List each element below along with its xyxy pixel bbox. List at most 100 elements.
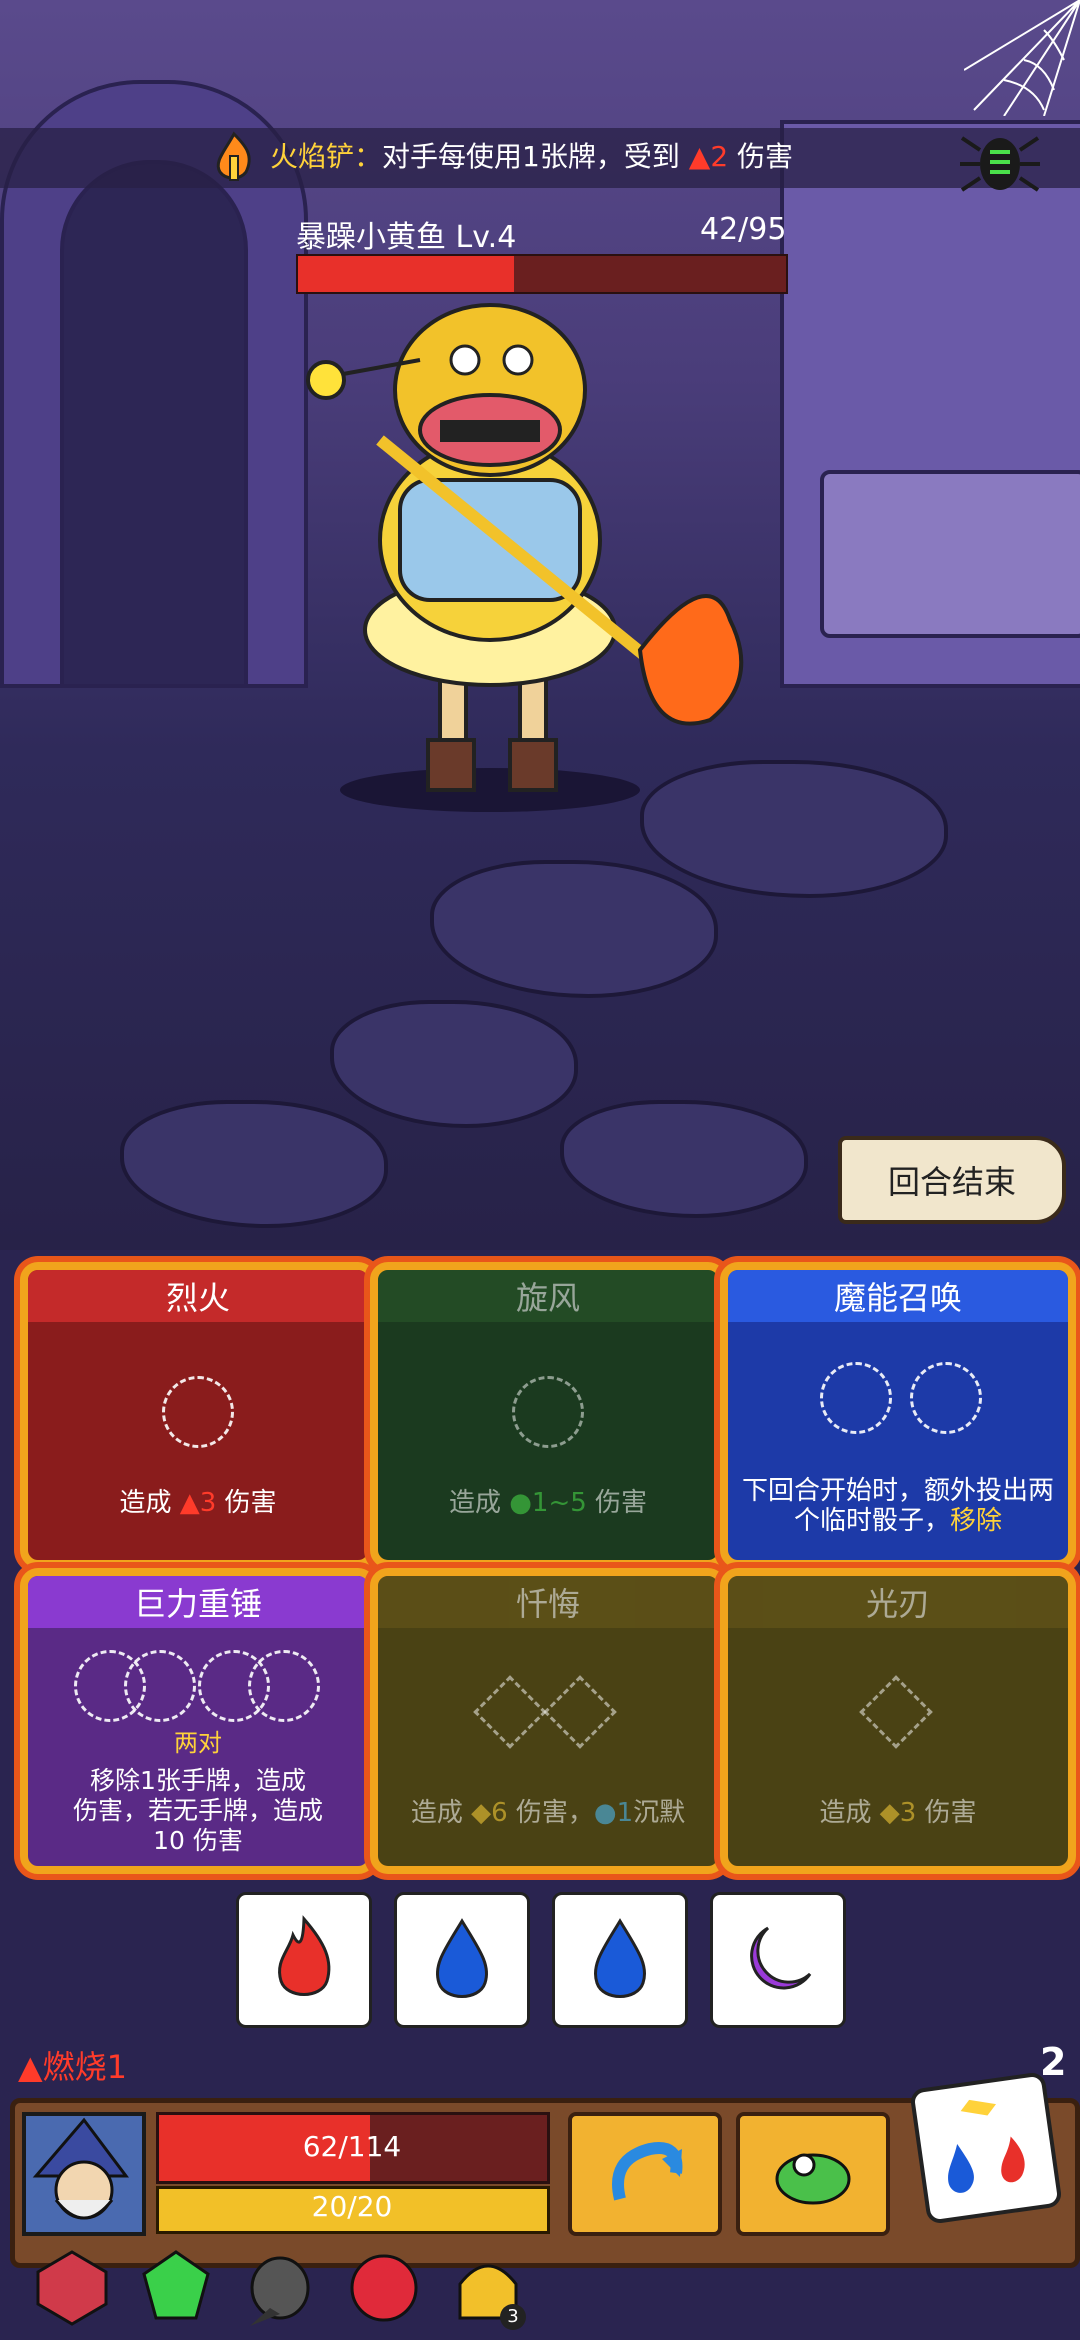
card-fire[interactable]: 烈火 造成 ▲3 伤害	[20, 1262, 376, 1568]
card-description: 下回合开始时，额外投出两个临时骰子，移除	[734, 1476, 1062, 1536]
card-description: 造成 ●1~5 伤害	[384, 1488, 712, 1518]
stone	[560, 1100, 808, 1218]
diamond-slot-icon[interactable]	[859, 1675, 933, 1749]
card-desc-text: 下回合开始时，额外投出两个临时骰子，	[741, 1476, 1054, 1536]
enemy-hp-text: 42/95	[700, 212, 787, 247]
item-damage-suffix: 伤害	[737, 140, 794, 173]
burn-flame-icon: ▲	[18, 2048, 43, 2086]
item-effect-description: 对手每使用1张牌，受到	[382, 140, 680, 173]
moon-icon	[750, 1926, 812, 1990]
water-icon	[594, 1918, 646, 1998]
enemy-name-text: 暴躁小黄鱼	[296, 220, 446, 255]
card-desc-post: 伤害	[224, 1488, 277, 1518]
diamond-slot-icon[interactable]	[543, 1675, 617, 1749]
enemy-hp-fill	[298, 256, 514, 292]
card-giant-hammer[interactable]: 巨力重锤 两对 移除1张手牌，造成 伤害，若无手牌，造成 10 伤害	[20, 1568, 376, 1874]
card-desc-post: 伤害	[924, 1798, 977, 1828]
card-silence-value: 1	[616, 1798, 634, 1828]
water-icon	[436, 1918, 488, 1998]
enemy-character[interactable]	[290, 300, 770, 820]
diamond-slot-icon[interactable]	[473, 1675, 547, 1749]
dice-count: 2	[1040, 2040, 1067, 2084]
die-water[interactable]	[552, 1892, 688, 2028]
water-slot-icon[interactable]	[910, 1362, 982, 1434]
emerald-relic-icon[interactable]	[136, 2248, 216, 2328]
item-colon: ：	[354, 140, 383, 173]
flame-icon: ▲	[179, 1488, 200, 1518]
burn-status[interactable]: ▲燃烧1	[18, 2042, 127, 2088]
frog-ability-button[interactable]	[736, 2112, 890, 2236]
stone	[330, 1000, 578, 1128]
swirl-arrow-icon	[612, 2142, 683, 2201]
card-action-keyword: 移除	[950, 1506, 1003, 1536]
dice-icon	[948, 2099, 1025, 2193]
card-damage-value: 1~5	[531, 1488, 587, 1518]
item-effect-text: 火焰铲：对手每使用1张牌，受到 ▲2 伤害	[270, 135, 793, 175]
card-magic-summon[interactable]: 魔能召唤 下回合开始时，额外投出两个临时骰子，移除	[720, 1262, 1076, 1568]
card-light-blade[interactable]: 光刃 造成 ◆3 伤害	[720, 1568, 1076, 1874]
wizard-portrait-icon	[32, 2117, 129, 2220]
enemy-level: Lv.4	[455, 220, 517, 255]
menu-spider-icon[interactable]	[960, 130, 1040, 200]
card-description: 造成 ▲3 伤害	[34, 1488, 362, 1518]
fire-icon	[278, 1915, 331, 1996]
water-slot-icon[interactable]	[820, 1362, 892, 1434]
item-name: 火焰铲	[270, 140, 355, 173]
stone	[120, 1100, 388, 1228]
player-shield-text: 20/20	[311, 2190, 393, 2223]
pair-slot-icon[interactable]	[124, 1650, 196, 1722]
end-turn-button[interactable]: 回合结束	[838, 1136, 1066, 1224]
diamond-icon: ◆	[471, 1798, 492, 1828]
frog-icon	[775, 2153, 851, 2205]
fire-slot-icon[interactable]	[162, 1376, 234, 1448]
plague-mask-relic-icon[interactable]	[240, 2248, 320, 2328]
card-title: 忏悔	[378, 1576, 718, 1628]
die-water[interactable]	[394, 1892, 530, 2028]
die-fire[interactable]	[236, 1892, 372, 2028]
card-title: 烈火	[28, 1270, 368, 1322]
card-title: 光刃	[728, 1576, 1068, 1628]
card-requirement: 两对	[174, 1729, 222, 1757]
card-repentance[interactable]: 忏悔 造成 ◆6 伤害，●1沉默	[370, 1568, 726, 1874]
reroll-ability-button[interactable]	[568, 2112, 722, 2236]
card-title: 魔能召唤	[728, 1270, 1068, 1322]
fire-shovel-icon	[216, 131, 251, 181]
ruby-relic-icon[interactable]	[344, 2248, 424, 2328]
die-moon[interactable]	[710, 1892, 846, 2028]
card-desc-pre: 造成	[448, 1488, 501, 1518]
card-desc-pre: 造成	[410, 1798, 463, 1828]
card-damage-value: 3	[899, 1798, 917, 1828]
silence-icon: ●	[593, 1798, 617, 1828]
card-description: 造成 ◆6 伤害，●1沉默	[384, 1798, 712, 1828]
player-hp-text: 62/114	[302, 2130, 402, 2163]
arch-opening	[60, 160, 248, 688]
card-description: 造成 ◆3 伤害	[734, 1798, 1062, 1828]
item-damage-value: 2	[710, 140, 729, 173]
card-silence-label: 沉默	[633, 1798, 686, 1828]
player-avatar[interactable]	[22, 2112, 146, 2236]
card-damage-value: 6	[491, 1798, 508, 1828]
burn-status-label: 燃烧1	[42, 2048, 127, 2086]
card-whirlwind[interactable]: 旋风 造成 ●1~5 伤害	[370, 1262, 726, 1568]
card-desc-post: 伤害，	[515, 1798, 594, 1828]
card-desc-pre: 造成	[819, 1798, 872, 1828]
roll-dice-button[interactable]	[909, 2071, 1063, 2225]
spider-web-icon	[964, 0, 1080, 116]
card-title: 巨力重锤	[28, 1576, 368, 1628]
card-desc-line3: 10 伤害	[153, 1826, 243, 1855]
enemy-hp-bar	[296, 254, 788, 294]
diamond-icon: ◆	[879, 1798, 900, 1828]
card-desc-post: 伤害	[595, 1488, 648, 1518]
card-description: 移除1张手牌，造成 伤害，若无手牌，造成 10 伤害	[34, 1766, 362, 1856]
card-desc-pre: 造成	[119, 1488, 172, 1518]
scroll-relic-icon[interactable]	[32, 2248, 112, 2328]
relic-count-badge: 3	[500, 2304, 526, 2330]
card-damage-value: 3	[199, 1488, 217, 1518]
card-title: 旋风	[378, 1270, 718, 1322]
card-desc-line1: 移除1张手牌，造成	[90, 1766, 306, 1795]
enemy-name: 暴躁小黄鱼 Lv.4	[296, 212, 516, 256]
flame-damage-icon: ▲	[688, 140, 711, 173]
pair-slot-icon[interactable]	[248, 1650, 320, 1722]
stone	[430, 860, 718, 998]
wind-slot-icon[interactable]	[512, 1376, 584, 1448]
